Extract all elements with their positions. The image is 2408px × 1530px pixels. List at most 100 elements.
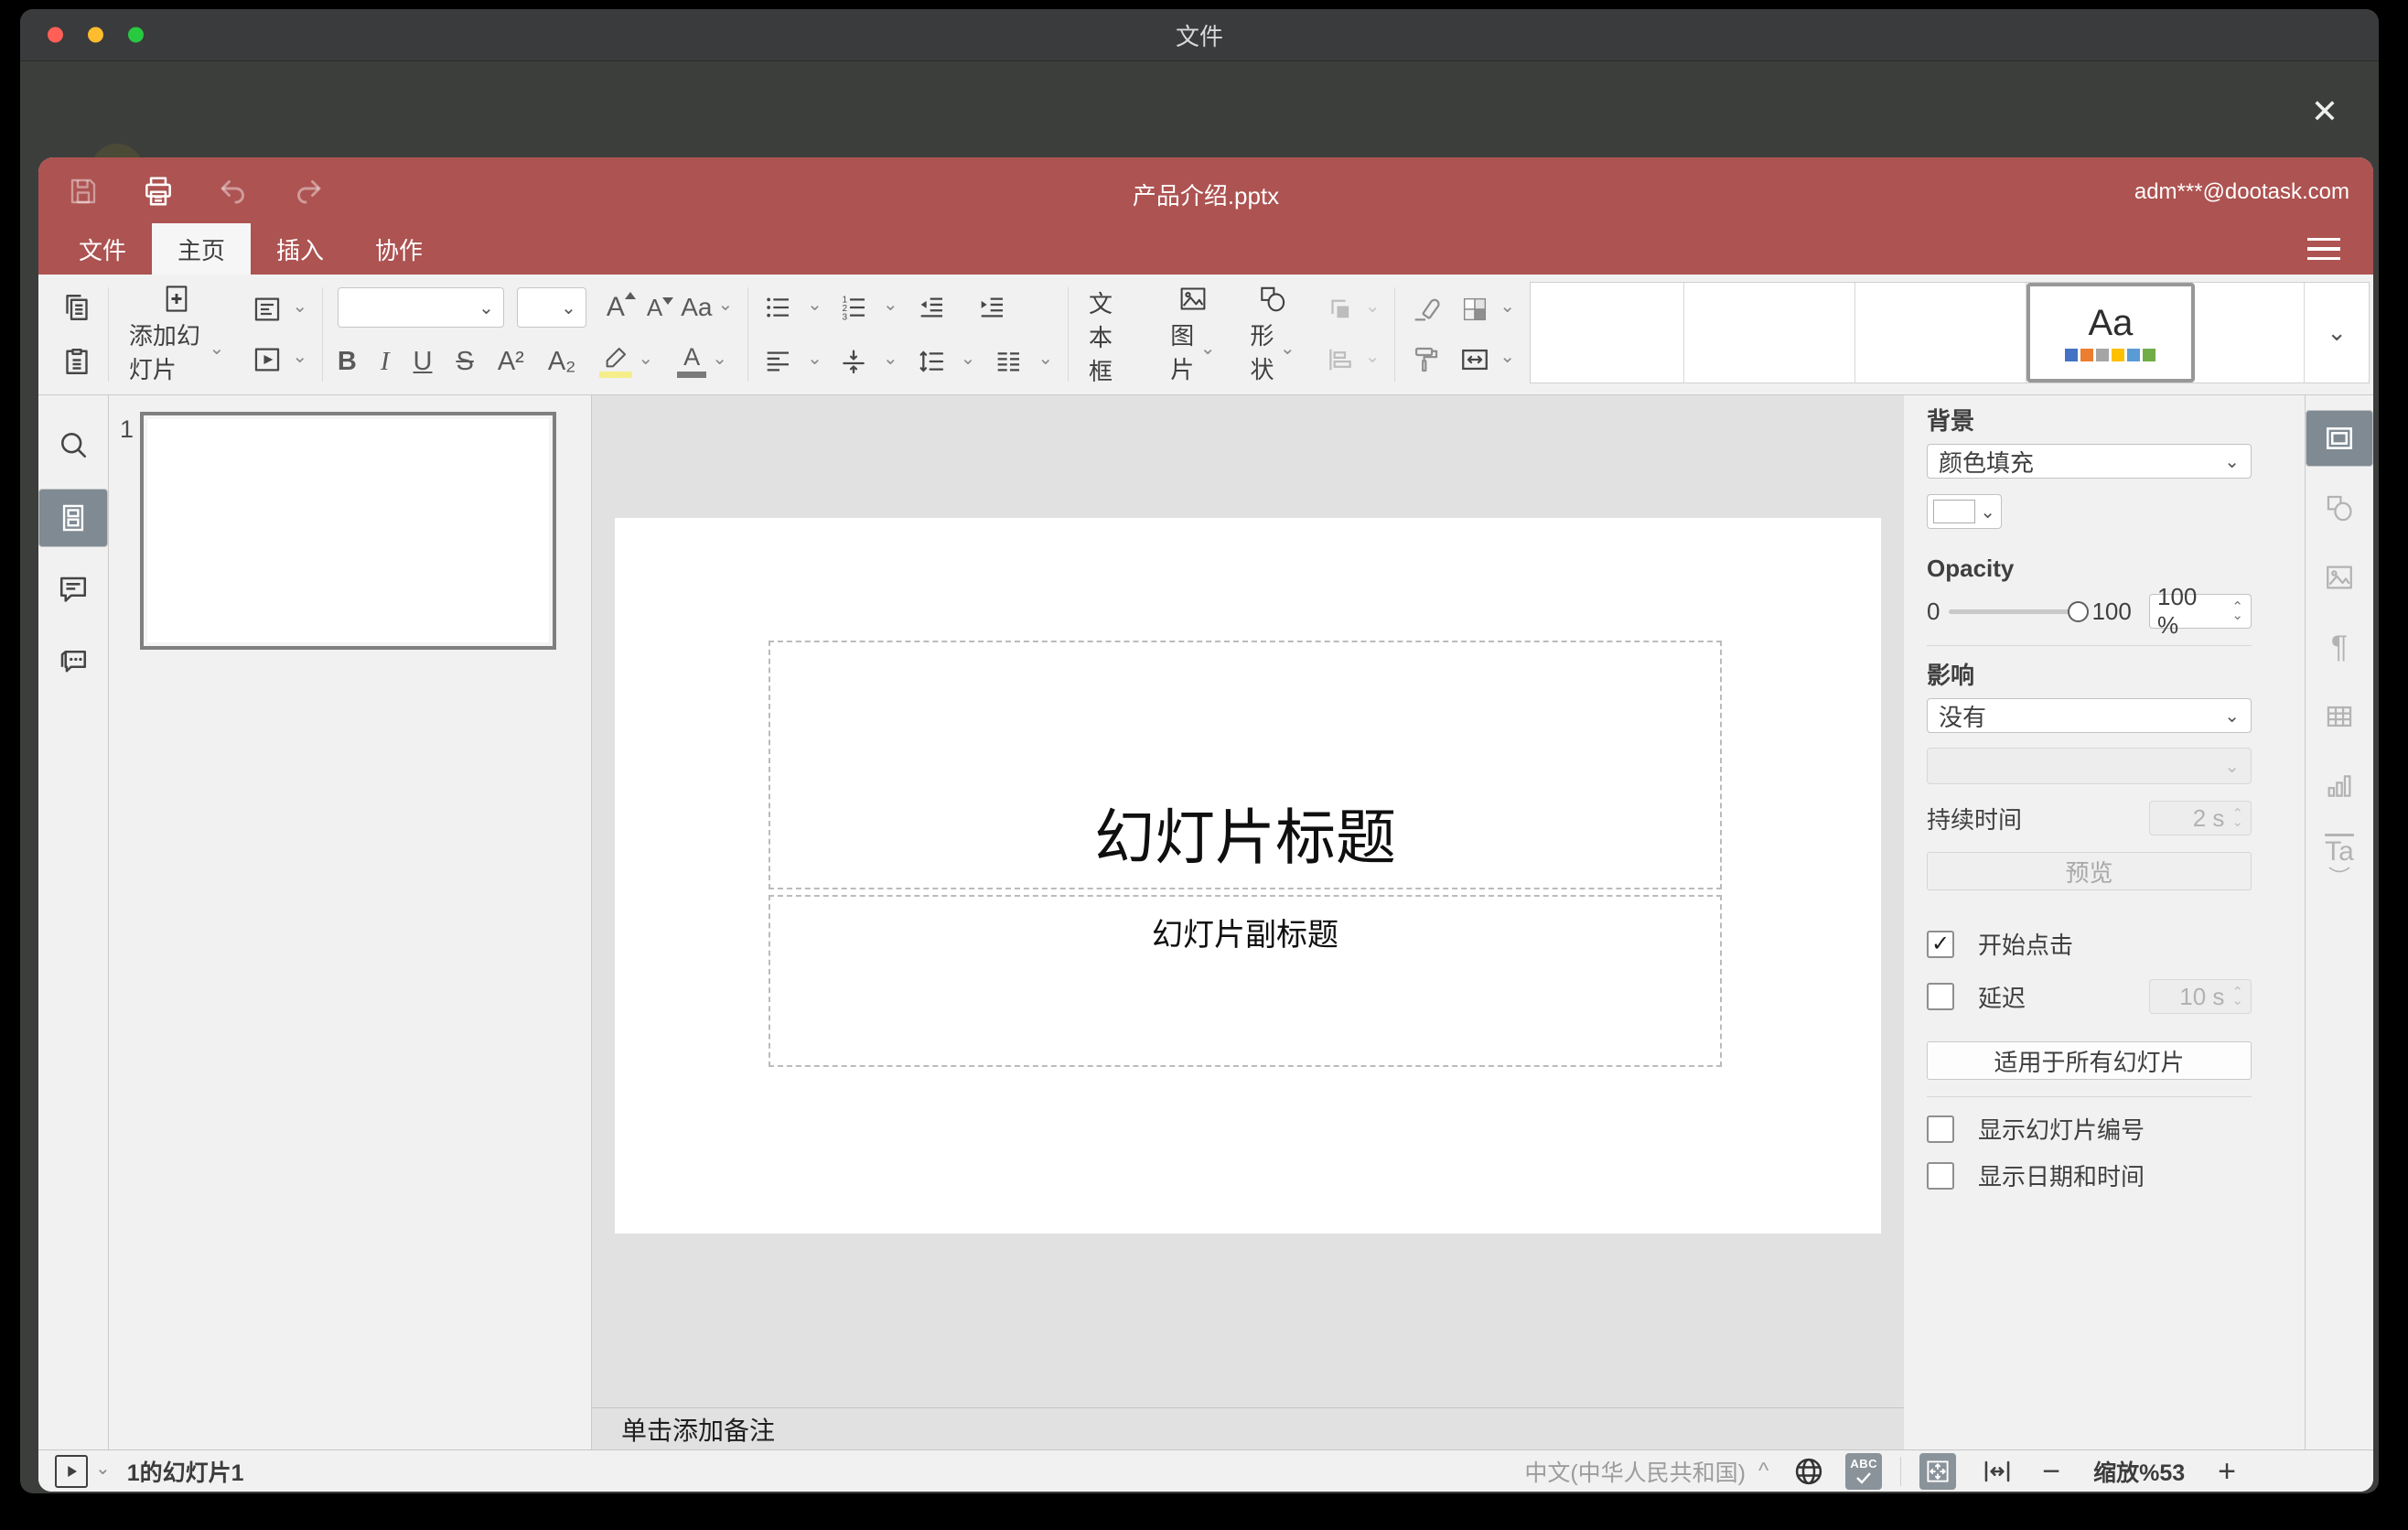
zoom-window-button[interactable] xyxy=(128,27,144,43)
tab-home[interactable]: 主页 xyxy=(152,223,252,275)
chevron-down-icon[interactable]: ⌄ xyxy=(638,350,653,368)
close-window-button[interactable] xyxy=(48,27,63,43)
show-date-time-checkbox[interactable] xyxy=(1927,1161,1954,1190)
spellcheck-abc: ABC xyxy=(1850,1456,1878,1471)
effect-value: 没有 xyxy=(1939,703,1987,731)
decrease-font-icon[interactable]: A xyxy=(647,296,674,319)
clear-style-icon[interactable] xyxy=(1410,294,1441,325)
tab-file[interactable]: 文件 xyxy=(53,223,152,275)
theme-item-selected[interactable]: Aa xyxy=(2026,283,2195,382)
comments-icon[interactable] xyxy=(38,560,108,619)
search-icon[interactable] xyxy=(38,415,108,474)
insert-shape-button[interactable]: 形状 ⌄ xyxy=(1244,284,1300,385)
zoom-out-icon[interactable]: − xyxy=(2042,1456,2060,1487)
start-on-click-checkbox[interactable]: ✓ xyxy=(1927,930,1954,958)
theme-item[interactable] xyxy=(1531,283,1685,382)
chevron-down-icon[interactable]: ⌄ xyxy=(292,297,307,316)
italic-button[interactable]: I xyxy=(381,347,390,377)
insert-textbox-button[interactable]: 文本框 xyxy=(1083,284,1141,385)
insert-image-button[interactable]: 图片 ⌄ xyxy=(1165,284,1220,385)
theme-item[interactable] xyxy=(1855,283,2027,382)
notes-area[interactable]: 单击添加备注 xyxy=(592,1407,1904,1449)
minimize-window-button[interactable] xyxy=(88,27,103,43)
numbered-list-icon[interactable]: 123 xyxy=(839,293,868,322)
apply-to-all-slides-button[interactable]: 适用于所有幻灯片 xyxy=(1927,1041,2252,1080)
change-case-icon[interactable]: Aa ⌄ xyxy=(681,295,733,320)
background-fill-select[interactable]: 颜色填充 ⌄ xyxy=(1927,444,2252,479)
font-color-icon[interactable]: A ⌄ xyxy=(677,345,727,378)
start-slideshow-icon[interactable] xyxy=(252,344,283,375)
chevron-down-icon[interactable]: ⌄ xyxy=(1037,350,1053,368)
color-scheme-icon[interactable] xyxy=(1459,294,1490,325)
effect-select[interactable]: 没有 ⌄ xyxy=(1927,698,2252,733)
notes-placeholder: 单击添加备注 xyxy=(621,1416,776,1445)
font-size-select[interactable]: ⌄ xyxy=(516,287,586,328)
opacity-slider[interactable] xyxy=(1949,600,2090,622)
slide-subtitle-placeholder[interactable]: 幻灯片副标题 xyxy=(769,895,1722,1067)
paste-icon[interactable] xyxy=(60,345,93,378)
chevron-down-icon[interactable]: ⌄ xyxy=(883,296,898,314)
current-slide[interactable]: 幻灯片标题 幻灯片副标题 xyxy=(615,518,1881,1234)
chevron-down-icon[interactable]: ⌄ xyxy=(712,350,727,368)
chevron-down-icon[interactable]: ⌄ xyxy=(807,350,822,368)
slide-settings-icon[interactable] xyxy=(2306,410,2373,467)
increase-font-icon[interactable]: A xyxy=(607,292,636,321)
slide-title-placeholder[interactable]: 幻灯片标题 xyxy=(769,641,1722,889)
status-bar: ⌄ 1的幻灯片1 中文(中华人民共和国) ^ ABC − 缩放%53 + xyxy=(38,1449,2373,1492)
language-label[interactable]: 中文(中华人民共和国) xyxy=(1524,1455,1746,1488)
globe-icon[interactable] xyxy=(1792,1455,1825,1488)
tab-insert[interactable]: 插入 xyxy=(251,223,349,275)
slide-size-icon[interactable] xyxy=(1459,344,1490,375)
fit-slide-icon[interactable] xyxy=(1919,1452,1957,1490)
underline-button[interactable]: U xyxy=(414,347,433,377)
opacity-spinner[interactable]: 100 % ⌃ ⌄ xyxy=(2149,583,2252,639)
slide-layout-icon[interactable] xyxy=(252,294,283,325)
chevron-down-icon: ⌄ xyxy=(209,339,225,359)
bold-button[interactable]: B xyxy=(338,347,357,377)
add-slide-button[interactable]: 添加幻灯片 ⌄ xyxy=(124,284,231,385)
strikethrough-button[interactable]: S xyxy=(456,347,473,377)
slide-thumbnail[interactable] xyxy=(140,412,556,650)
chevron-down-icon[interactable]: ⌄ xyxy=(883,350,898,368)
chevron-down-icon[interactable]: ⌄ xyxy=(292,348,307,366)
subscript-button[interactable]: A₂ xyxy=(548,347,576,377)
font-name-select[interactable]: ⌄ xyxy=(337,287,504,328)
theme-item[interactable] xyxy=(1684,283,1855,382)
fit-width-icon[interactable] xyxy=(1982,1456,2013,1487)
slide-subtitle-text: 幻灯片副标题 xyxy=(1152,918,1338,953)
slide-canvas[interactable]: 幻灯片标题 幻灯片副标题 xyxy=(592,395,1904,1407)
opacity-slider-thumb[interactable] xyxy=(2068,600,2090,622)
background-color-picker[interactable]: ⌄ xyxy=(1927,494,2002,529)
menu-icon[interactable] xyxy=(2307,237,2340,260)
theme-item[interactable] xyxy=(2195,283,2305,382)
highlight-color-icon[interactable]: ⌄ xyxy=(599,346,653,378)
superscript-button[interactable]: A² xyxy=(498,347,524,377)
decrease-indent-icon[interactable] xyxy=(917,293,946,322)
chat-icon[interactable] xyxy=(38,631,108,690)
arrange-shape-icon xyxy=(1325,294,1356,325)
copy-style-icon[interactable] xyxy=(1410,344,1441,375)
horizontal-align-icon[interactable] xyxy=(763,347,792,376)
spellcheck-icon[interactable]: ABC xyxy=(1845,1452,1883,1490)
chevron-down-icon[interactable]: ⌄ xyxy=(1500,297,1515,316)
chevron-down-icon[interactable]: ⌄ xyxy=(961,350,976,368)
chevron-down-icon[interactable]: ⌄ xyxy=(95,1460,111,1478)
show-slide-number-checkbox[interactable] xyxy=(1927,1115,1954,1143)
columns-icon[interactable] xyxy=(994,347,1023,376)
zoom-in-icon[interactable]: + xyxy=(2218,1456,2236,1487)
copy-icon[interactable] xyxy=(60,291,93,324)
chevron-down-icon[interactable]: ⌄ xyxy=(2231,609,2243,622)
start-slideshow-status-icon[interactable] xyxy=(55,1454,88,1488)
slides-panel-icon[interactable] xyxy=(38,489,108,547)
textbox-label: 文本框 xyxy=(1088,290,1113,385)
line-spacing-icon[interactable] xyxy=(917,347,946,376)
chevron-down-icon[interactable]: ⌄ xyxy=(1500,348,1515,366)
chevron-down-icon[interactable]: ⌄ xyxy=(807,296,822,314)
theme-gallery-expand-icon[interactable]: ⌄ xyxy=(2304,283,2369,382)
bullet-list-icon[interactable] xyxy=(763,293,792,322)
tab-collaboration[interactable]: 协作 xyxy=(349,223,448,275)
increase-indent-icon[interactable] xyxy=(977,293,1006,322)
close-preview-icon[interactable]: ✕ xyxy=(2311,95,2338,128)
delay-checkbox[interactable] xyxy=(1927,983,1954,1010)
vertical-align-icon[interactable] xyxy=(839,347,868,376)
